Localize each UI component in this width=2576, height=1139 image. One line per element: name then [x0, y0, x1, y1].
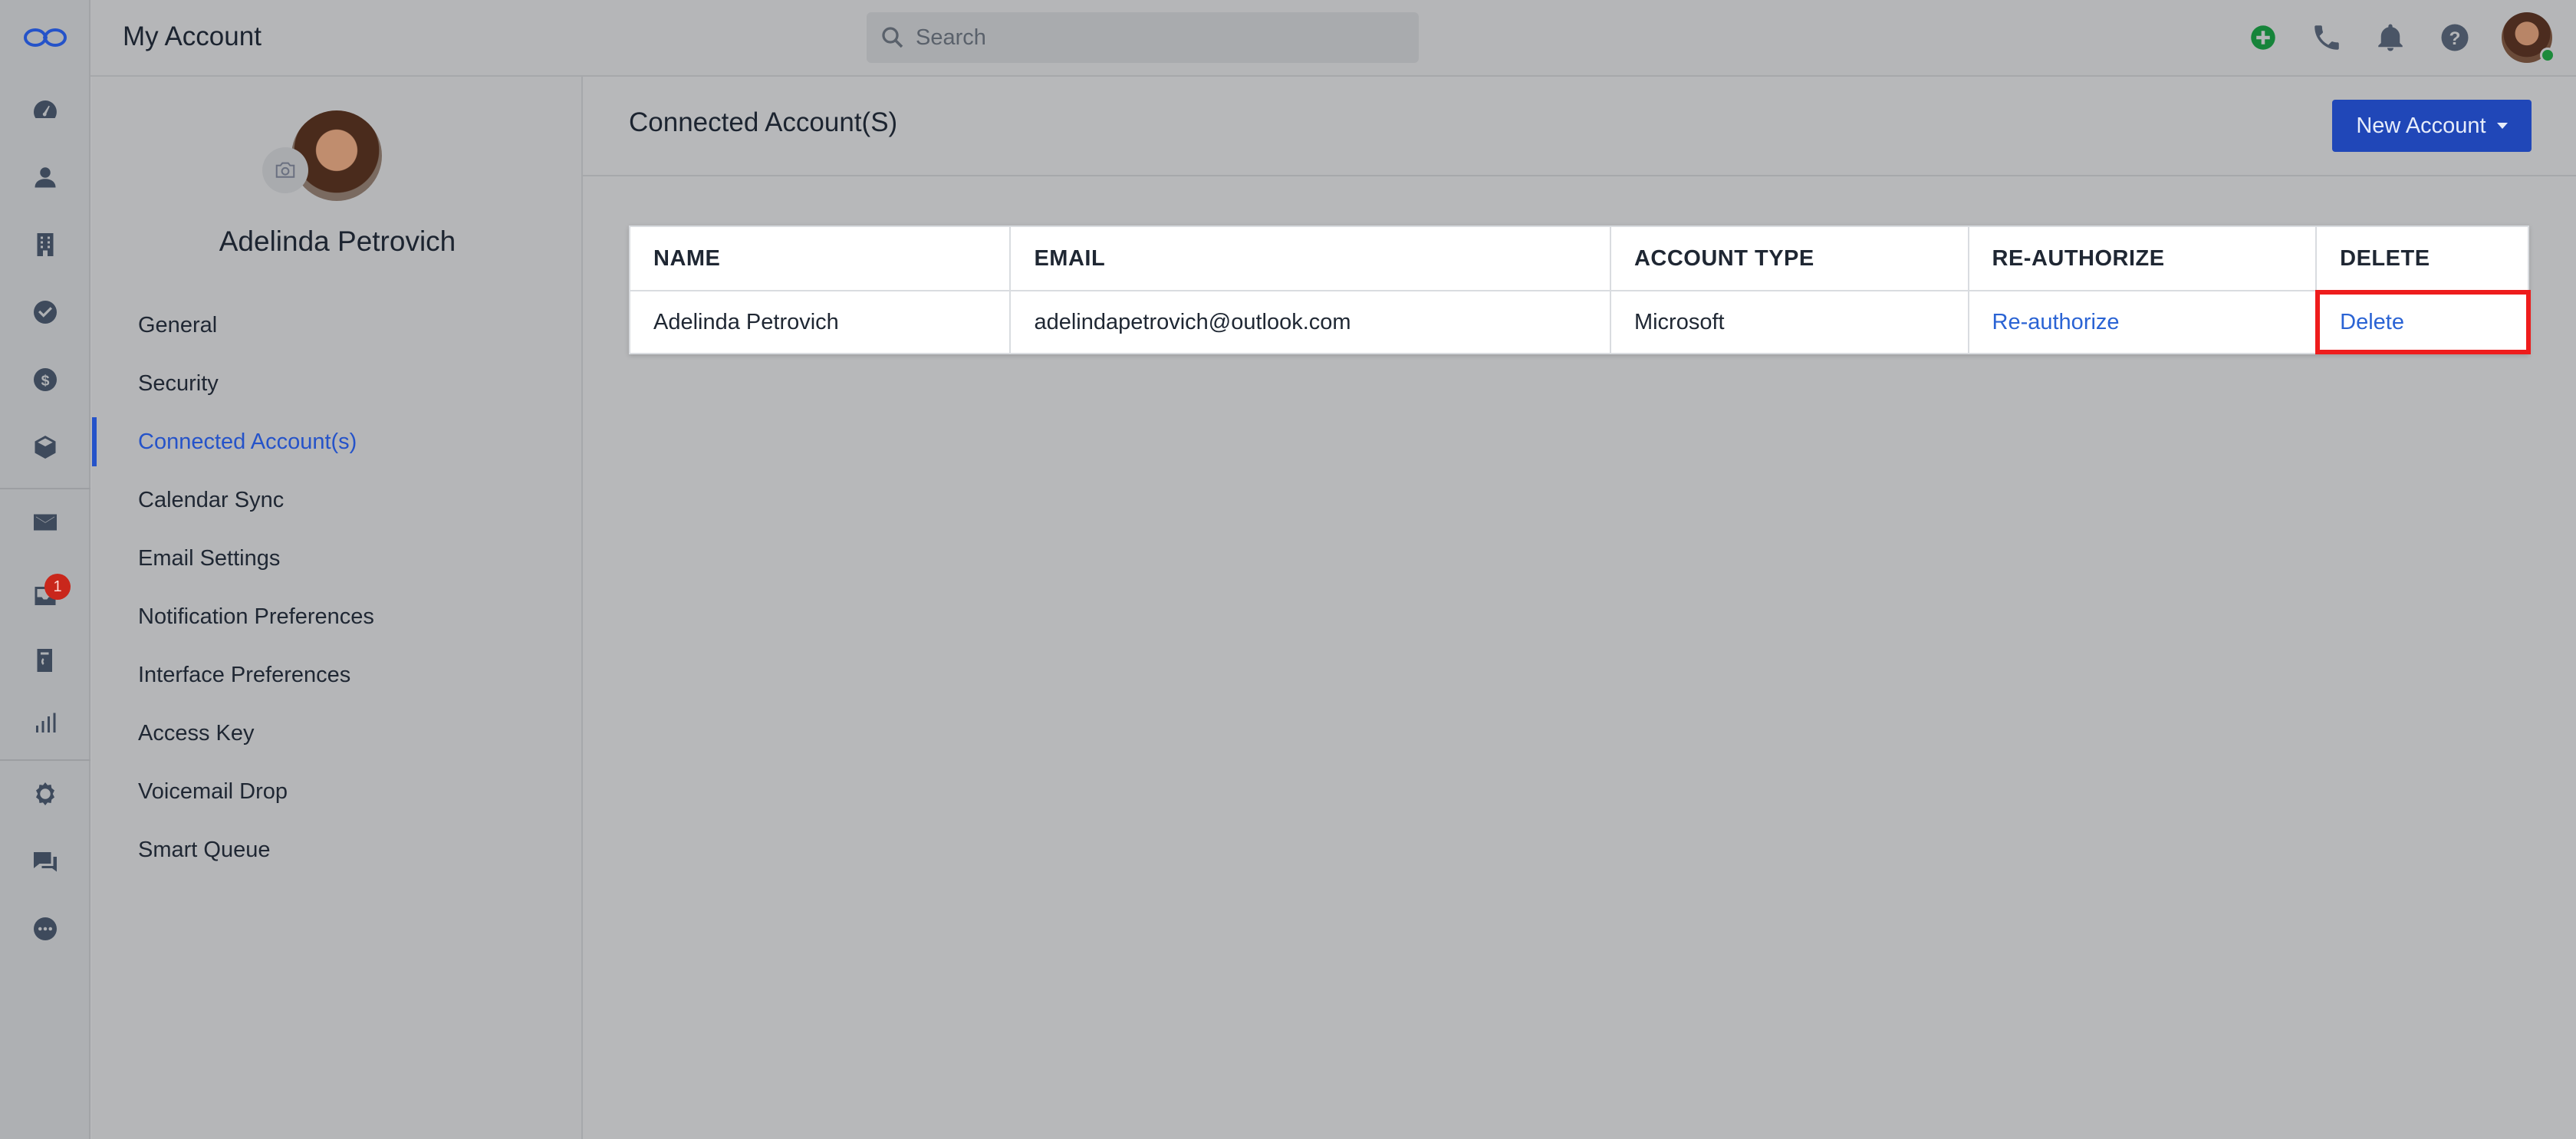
automation-icon[interactable]: [0, 767, 90, 821]
column-header-re-authorize: RE-AUTHORIZE: [1967, 225, 2318, 291]
inbox-icon[interactable]: 1: [0, 569, 90, 623]
menu-item-notification-preferences[interactable]: Notification Preferences: [92, 588, 583, 646]
page-title: My Account: [123, 21, 262, 51]
mail-icon[interactable]: [0, 495, 90, 549]
settings-menu: General Security Connected Account(s) Ca…: [92, 296, 583, 879]
section-title: Connected Account(S): [629, 107, 898, 137]
menu-item-general[interactable]: General: [92, 296, 583, 354]
companies-icon[interactable]: [0, 218, 90, 272]
cell-name: Adelinda Petrovich: [628, 290, 1012, 354]
contacts-icon[interactable]: [0, 150, 90, 204]
chat-icon[interactable]: [0, 834, 90, 888]
new-account-label: New Account: [2356, 113, 2486, 138]
online-status-dot: [2540, 48, 2555, 63]
search-input[interactable]: [916, 25, 1391, 51]
help-icon[interactable]: ?: [2439, 21, 2471, 54]
column-header-email: EMAIL: [1009, 225, 1611, 291]
connected-accounts-table: NAME EMAIL ACCOUNT TYPE RE-AUTHORIZE DEL…: [628, 225, 2531, 354]
menu-item-connected-accounts[interactable]: Connected Account(s): [92, 413, 583, 471]
new-account-button[interactable]: New Account: [2332, 100, 2532, 152]
reports-icon[interactable]: [0, 696, 90, 750]
delete-link[interactable]: Delete: [2340, 310, 2404, 334]
settings-sidebar: Adelinda Petrovich General Security Conn…: [92, 77, 583, 1139]
cell-re-authorize: Re-authorize: [1967, 290, 2318, 354]
caret-down-icon: [2496, 123, 2508, 129]
menu-item-interface-preferences[interactable]: Interface Preferences: [92, 646, 583, 704]
menu-item-email-settings[interactable]: Email Settings: [92, 529, 583, 588]
column-header-name: NAME: [628, 225, 1012, 291]
table-row: Adelinda Petrovich adelindapetrovich@out…: [628, 290, 2531, 354]
table-header-row: NAME EMAIL ACCOUNT TYPE RE-AUTHORIZE DEL…: [628, 225, 2529, 291]
cell-account-type: Microsoft: [1609, 290, 1969, 354]
menu-item-calendar-sync[interactable]: Calendar Sync: [92, 471, 583, 529]
notification-badge: 1: [44, 574, 71, 600]
more-icon[interactable]: [0, 902, 90, 956]
re-authorize-link[interactable]: Re-authorize: [1992, 310, 2120, 334]
menu-item-security[interactable]: Security: [92, 354, 583, 413]
dashboard-icon[interactable]: [0, 83, 90, 137]
profile-avatar: [291, 110, 382, 201]
content-header: Connected Account(S) New Account: [583, 77, 2576, 176]
menu-item-smart-queue[interactable]: Smart Queue: [92, 821, 583, 879]
svg-text:?: ?: [2449, 28, 2461, 49]
logo-icon[interactable]: [0, 11, 90, 64]
cell-delete: Delete: [2315, 290, 2531, 354]
add-icon[interactable]: [2247, 21, 2279, 54]
menu-item-voicemail-drop[interactable]: Voicemail Drop: [92, 762, 583, 821]
icon-rail: $ 1: [0, 0, 90, 1139]
menu-item-access-key[interactable]: Access Key: [92, 704, 583, 762]
column-header-account-type: ACCOUNT TYPE: [1609, 225, 1969, 291]
bell-icon[interactable]: [2374, 21, 2407, 54]
camera-icon[interactable]: [262, 147, 308, 193]
column-header-delete: DELETE: [2315, 225, 2529, 291]
svg-text:$: $: [41, 373, 50, 390]
search-icon: [882, 27, 903, 48]
search-box[interactable]: [867, 12, 1419, 63]
phone-icon[interactable]: [2311, 21, 2343, 54]
phone-book-icon[interactable]: [0, 634, 90, 687]
cell-email: adelindapetrovich@outlook.com: [1009, 290, 1611, 354]
main-content: Connected Account(S) New Account NAME EM…: [583, 77, 2576, 1139]
deals-icon[interactable]: $: [0, 353, 90, 407]
top-bar: My Account ?: [90, 0, 2576, 77]
profile-name: Adelinda Petrovich: [219, 225, 456, 257]
tasks-icon[interactable]: [0, 285, 90, 339]
products-icon[interactable]: [0, 420, 90, 474]
